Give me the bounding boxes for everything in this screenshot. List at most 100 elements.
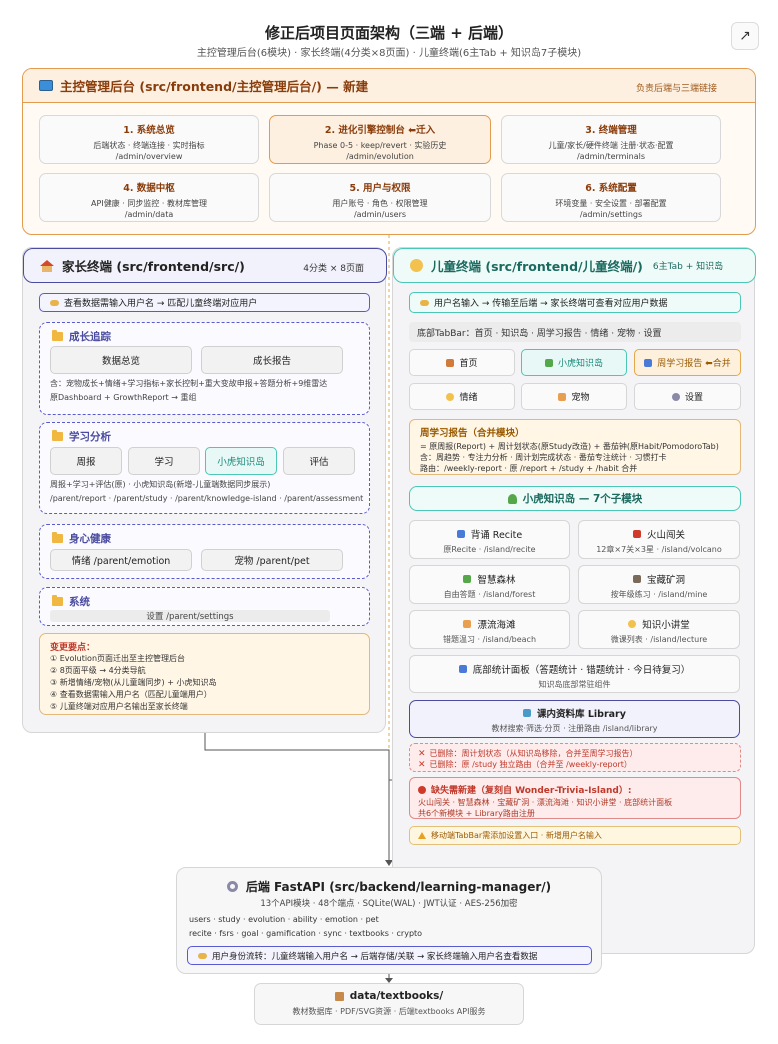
- admin-module-users[interactable]: 5. 用户与权限 用户账号 · 角色 · 权限管理 /admin/users: [269, 173, 491, 222]
- btn-parent-settings[interactable]: 设置 /parent/settings: [50, 610, 330, 622]
- tabbar-summary: 底部TabBar：首页 · 知识岛 · 周学习报告 · 情绪 · 宠物 · 设置: [409, 322, 741, 342]
- group-study: 学习分析 周报 学习 小虎知识岛 评估 周报+学习+评估(原) · 小虎知识岛(…: [39, 422, 370, 514]
- admin-module-data[interactable]: 4. 数据中枢 API健康 · 同步监控 · 教材库管理 /admin/data: [39, 173, 259, 222]
- admin-header: 主控管理后台 (src/frontend/主控管理后台/) — 新建 负责后端与…: [23, 69, 755, 103]
- btn-study[interactable]: 学习: [128, 447, 200, 475]
- book-icon: [456, 530, 465, 538]
- key-icon: [198, 952, 207, 959]
- island-card-volcano[interactable]: 火山闯关 12章×7关×3星 · /island/volcano: [578, 520, 740, 559]
- island-card-mine[interactable]: 宝藏矿洞 按年级练习 · /island/mine: [578, 565, 740, 604]
- data-store-title: data/textbooks/: [349, 990, 444, 1002]
- btn-weekly-report[interactable]: 周报: [50, 447, 122, 475]
- backend-desc: 13个API模块 · 48个端点 · SQLite(WAL) · JWT认证 ·…: [260, 899, 518, 909]
- child-panel: 儿童终端 (src/frontend/儿童终端/) 6主Tab + 知识岛 用户…: [392, 247, 756, 954]
- island-stats-panel[interactable]: 底部统计面板（答题统计 · 错题统计 · 今日待复习） 知识岛底部常驻组件: [409, 655, 740, 693]
- backend-flow-bar: 用户身份流转：儿童终端输入用户名 → 后端存储/关联 → 家长终端输入用户名查看…: [187, 946, 592, 965]
- deleted-box: ✕ 已删除：周计划状态（从知识岛移除，合并至周学习报告） ✕ 已删除：原 /stud…: [409, 743, 741, 772]
- btn-growth-report[interactable]: 成长报告: [201, 346, 343, 374]
- alert-dot-icon: [418, 785, 426, 794]
- group-health: 身心健康 情绪 /parent/emotion 宠物 /parent/pet: [39, 524, 370, 579]
- warning-icon: [418, 832, 426, 839]
- child-title: 儿童终端 (src/frontend/儿童终端/): [431, 259, 643, 274]
- missing-line: 共6个新模块 + Library路由注册: [418, 809, 535, 818]
- island-card-recite[interactable]: 背诵 Recite 原Recite · /island/recite: [409, 520, 570, 559]
- warning-bar: 移动端TabBar需添加设置入口 · 新增用户名输入: [409, 826, 741, 845]
- study-note-2: /parent/report · /parent/study · /parent…: [50, 494, 364, 503]
- page-subtitle: 主控管理后台(6模块) · 家长终端(4分类×8页面) · 儿童终端(6主Tab…: [196, 48, 582, 59]
- child-flow-bar: 用户名输入 → 传输至后端 → 家长终端可查看对应用户数据: [409, 292, 741, 313]
- close-icon: ✕: [418, 748, 426, 759]
- close-icon: ✕: [418, 759, 426, 770]
- change-item: ⑤ 儿童终端对应用户名输出至家长终端: [50, 702, 188, 711]
- island-card-lecture[interactable]: 知识小讲堂 微课列表 · /island/lecture: [578, 610, 740, 649]
- pet-icon: [558, 392, 567, 401]
- growth-note-2: 原Dashboard + GrowthReport → 重组: [50, 393, 197, 402]
- backend-box: 后端 FastAPI (src/backend/learning-manager…: [176, 867, 602, 974]
- tab-island[interactable]: 小虎知识岛: [521, 349, 627, 376]
- tab-settings[interactable]: 设置: [634, 383, 741, 410]
- admin-note: 负责后端与三端链接: [635, 84, 717, 94]
- child-header: 儿童终端 (src/frontend/儿童终端/) 6主Tab + 知识岛: [393, 248, 756, 283]
- btn-data-overview[interactable]: 数据总览: [50, 346, 192, 374]
- growth-note-1: 含：宠物成长+情绪+学习指标+家长控制+重大变故申报+答题分析+9维雷达: [50, 379, 328, 388]
- expand-button[interactable]: ↗: [731, 22, 759, 50]
- backend-title: 后端 FastAPI (src/backend/learning-manager…: [245, 880, 552, 894]
- folder-icon: [52, 430, 63, 441]
- change-item: ② 8页面平级 → 4分类导航: [50, 666, 146, 675]
- change-item: ③ 新增情绪/宠物(从儿童端同步) + 小虎知识岛: [50, 678, 217, 687]
- weekly-line: = 原周报(Report) + 周计划状态(原Study改造) + 番茄钟(原H…: [420, 442, 719, 451]
- changes-title: 变更要点：: [50, 643, 96, 653]
- key-icon: [420, 299, 429, 306]
- expand-icon: ↗: [739, 28, 751, 44]
- palm-icon: [507, 493, 517, 504]
- btn-pet[interactable]: 宠物 /parent/pet: [201, 549, 343, 571]
- parent-to-backend-line: [204, 733, 390, 862]
- island-card-forest[interactable]: 智慧森林 自由答题 · /island/forest: [409, 565, 570, 604]
- island-header: 小虎知识岛 — 7个子模块: [409, 486, 741, 511]
- group-health-title: 身心健康: [69, 533, 111, 545]
- house-icon: [40, 259, 54, 272]
- child-face-icon: [410, 259, 423, 272]
- admin-title: 主控管理后台 (src/frontend/主控管理后台/) — 新建: [60, 79, 369, 94]
- btn-knowledge-island[interactable]: 小虎知识岛: [205, 447, 277, 475]
- calendar-icon: [644, 358, 653, 367]
- island-card-beach[interactable]: 漂流海滩 错题温习 · /island/beach: [409, 610, 570, 649]
- data-store-desc: 教材数据库 · PDF/SVG资源 · 后端textbooks API服务: [292, 1007, 486, 1016]
- group-system-title: 系统: [69, 596, 90, 608]
- admin-module-overview[interactable]: 1. 系统总览 后端状态 · 终端连接 · 实时指标 /admin/overvi…: [39, 115, 259, 164]
- tab-home[interactable]: 首页: [409, 349, 515, 376]
- lightbulb-icon: [628, 620, 637, 628]
- group-system: 系统 设置 /parent/settings: [39, 587, 370, 626]
- group-growth: 成长追踪 数据总览 成长报告 含：宠物成长+情绪+学习指标+家长控制+重大变故申…: [39, 322, 370, 415]
- change-item: ④ 查看数据需输入用户名（匹配儿童端用户）: [50, 690, 212, 699]
- tab-emotion[interactable]: 情绪: [409, 383, 515, 410]
- folder-icon: [52, 532, 63, 543]
- palm-icon: [544, 358, 553, 367]
- tree-icon: [463, 575, 472, 583]
- volcano-icon: [632, 530, 641, 538]
- key-icon: [50, 299, 59, 306]
- monitor-icon: [39, 80, 53, 91]
- library-module[interactable]: 课内资料库 Library 教材搜索·筛选·分页 · 注册路由 /island/…: [409, 700, 740, 738]
- parent-changes-box: 变更要点： ① Evolution页面迁出至主控管理后台 ② 8页面平级 → 4…: [39, 633, 370, 715]
- btn-assessment[interactable]: 评估: [283, 447, 355, 475]
- missing-line: 火山闯关 · 智慧森林 · 宝藏矿洞 · 漂流海滩 · 知识小讲堂 · 底部统计…: [418, 798, 673, 807]
- parent-panel: 家长终端 (src/frontend/src/) 4分类 × 8页面 查看数据需…: [22, 247, 387, 733]
- tab-weekly-report[interactable]: 周学习报告 ⬅合并: [634, 349, 741, 376]
- weekly-title: 周学习报告（合并模块）: [420, 428, 525, 439]
- beach-icon: [463, 620, 472, 628]
- folder-icon: [52, 330, 63, 341]
- admin-module-settings[interactable]: 6. 系统配置 环境变量 · 安全设置 · 部署配置 /admin/settin…: [501, 173, 721, 222]
- admin-module-evolution[interactable]: 2. 进化引擎控制台 ⬅迁入 Phase 0-5 · keep/revert ·…: [269, 115, 491, 164]
- backend-modules-1: users · study · evolution · ability · em…: [189, 915, 379, 924]
- change-item: ① Evolution页面迁出至主控管理后台: [50, 654, 186, 663]
- folder-icon: [52, 595, 63, 606]
- weekly-line: 含：周趋势 · 专注力分析 · 周计划完成状态 · 番茄专注统计 · 习惯打卡: [420, 453, 667, 462]
- group-study-title: 学习分析: [69, 431, 111, 443]
- emotion-icon: [446, 392, 455, 401]
- admin-module-terminals[interactable]: 3. 终端管理 儿童/家长/硬件终端 注册·状态·配置 /admin/termi…: [501, 115, 721, 164]
- group-growth-title: 成长追踪: [69, 331, 111, 343]
- parent-title: 家长终端 (src/frontend/src/): [62, 259, 245, 274]
- tab-pet[interactable]: 宠物: [521, 383, 627, 410]
- btn-emotion[interactable]: 情绪 /parent/emotion: [50, 549, 192, 571]
